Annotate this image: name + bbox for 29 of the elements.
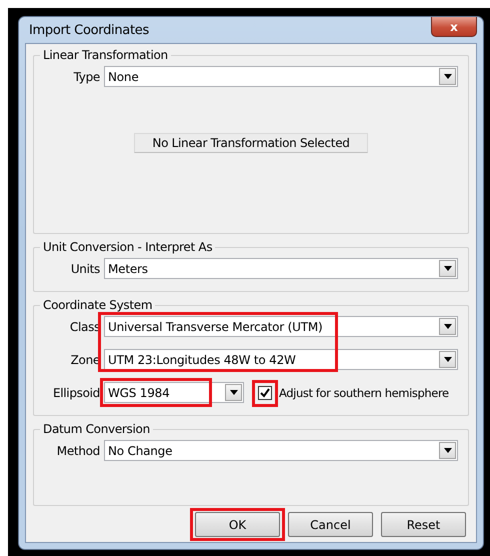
group-title: Unit Conversion - Interpret As [42, 240, 214, 254]
dropdown[interactable]: None [104, 66, 458, 87]
caret-icon [444, 324, 452, 329]
dropdown[interactable]: Meters [104, 258, 458, 279]
checkmark-icon [260, 388, 270, 398]
status-label: No Linear Transformation Selected [134, 133, 368, 153]
dialog-button[interactable]: Cancel [288, 512, 373, 537]
dropdown[interactable]: UTM 23:Longitudes 48W to 42W [104, 349, 458, 370]
field-label: Units [70, 262, 100, 276]
field-label: Type [72, 70, 100, 84]
dialog-button[interactable]: OK [195, 512, 280, 537]
dropdown[interactable]: No Change [104, 440, 458, 461]
window-title: Import Coordinates [29, 22, 149, 38]
caret-icon [444, 357, 452, 362]
caret-icon [444, 266, 452, 271]
dialog-button[interactable]: Reset [381, 512, 466, 537]
dropdown[interactable]: WGS 1984 [104, 382, 244, 403]
caret-icon [230, 390, 238, 395]
group-title: Datum Conversion [42, 422, 151, 436]
group-title: Coordinate System [42, 298, 154, 312]
group-title: Linear Transformation [42, 48, 169, 62]
field-label: Ellipsoid [52, 386, 100, 400]
close-button[interactable]: x [431, 17, 477, 37]
dropdown[interactable]: Universal Transverse Mercator (UTM) [104, 316, 458, 337]
caret-icon [444, 74, 452, 79]
checkbox[interactable] [258, 386, 272, 400]
field-label: Method [56, 444, 100, 458]
caret-icon [444, 448, 452, 453]
checkbox-label: Adjust for southern hemisphere [279, 386, 449, 400]
